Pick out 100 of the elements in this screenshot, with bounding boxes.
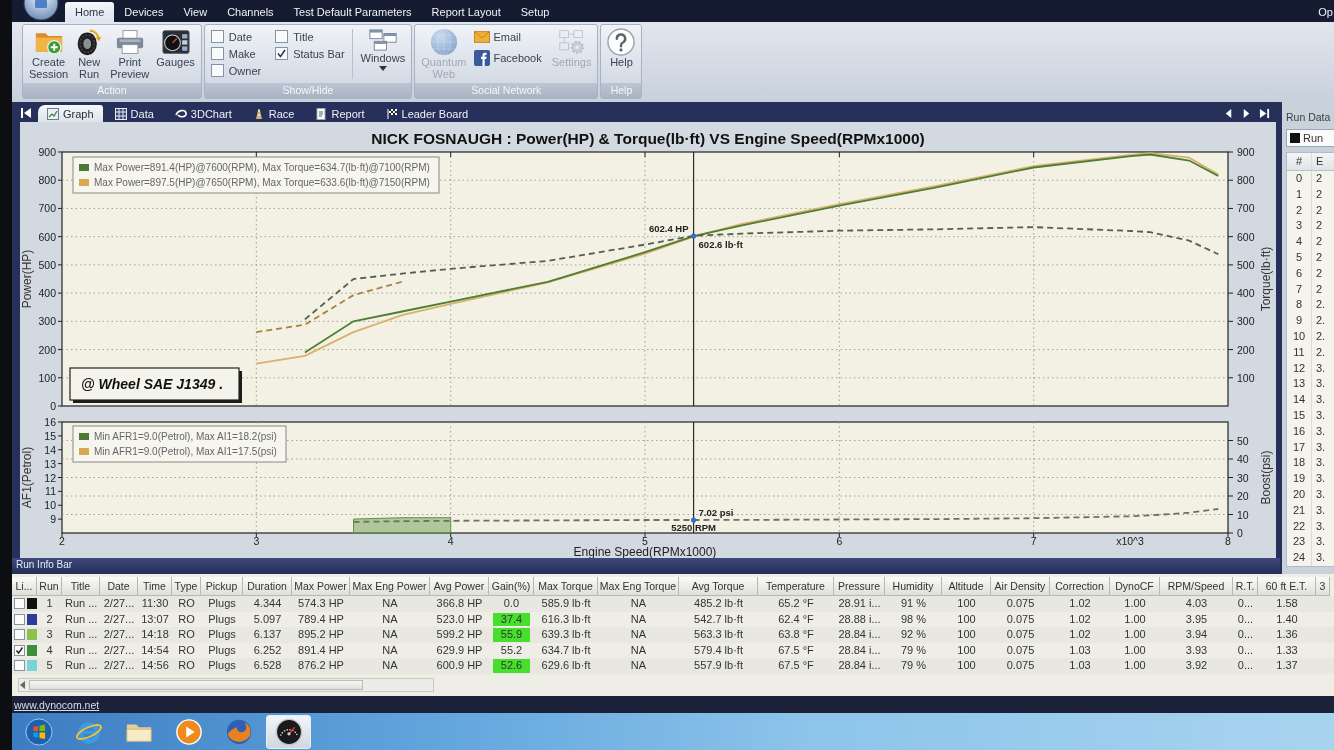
axis-tick-label: 10 bbox=[44, 499, 56, 512]
axis-tick-label: 13 bbox=[44, 457, 56, 470]
table-cell-text: 23 bbox=[1291, 534, 1307, 550]
table-cell-text: 5 bbox=[1294, 250, 1304, 265]
table-cell-text: 67.5 °F bbox=[777, 658, 815, 673]
table-cell-text: 1.02 bbox=[1068, 596, 1092, 611]
cursor-readout: 5250 RPM bbox=[671, 522, 717, 533]
table-cell-text: 0... bbox=[1236, 596, 1255, 611]
table-cell-text: 24 bbox=[1291, 550, 1307, 566]
cursor-readout: 7.02 psi bbox=[698, 507, 734, 519]
axis-tick-label: 7 bbox=[1030, 535, 1037, 547]
table-cell-text: 1.03 bbox=[1068, 642, 1092, 658]
table-cell-text: 1.00 bbox=[1123, 596, 1147, 611]
axis-tick-label: 12 bbox=[44, 471, 56, 484]
axis-tick-label: 800 bbox=[38, 174, 56, 187]
table-cell-text: 3.92 bbox=[1184, 658, 1209, 673]
axis-tick-label: 100 bbox=[38, 371, 56, 384]
table-cell-text: 8 bbox=[1294, 297, 1304, 313]
table-cell-text: 79 % bbox=[899, 642, 928, 658]
table-cell-text: 4.03 bbox=[1184, 596, 1209, 611]
table-cell-text: 891.4 HP bbox=[297, 642, 345, 658]
table-cell-text: 28.84 i... bbox=[837, 658, 882, 673]
axis-tick-label: 300 bbox=[1237, 315, 1255, 328]
table-cell: 3. bbox=[1311, 407, 1334, 424]
table-cell-text: 574.3 HP bbox=[297, 596, 345, 611]
table-cell: 2. bbox=[1311, 297, 1334, 314]
table-cell-text: 20 bbox=[1291, 486, 1307, 502]
table-cell-text: 10 bbox=[1291, 328, 1307, 344]
table-cell-text: 19 bbox=[1291, 471, 1307, 487]
axis-tick-label: 30 bbox=[1237, 471, 1249, 484]
table-cell: 3. bbox=[1311, 376, 1334, 393]
table-cell-text: 1 bbox=[45, 596, 54, 611]
table-cell-text: 4 bbox=[45, 642, 54, 658]
chart-title: NICK FOSNAUGH : Power(HP) & Torque(lb·ft) VS Engine Speed(RPMx1000) bbox=[371, 130, 925, 147]
table-cell-text: 3.93 bbox=[1184, 642, 1209, 658]
table-cell-text: 13:07 bbox=[140, 611, 170, 627]
table-cell-text: 1.40 bbox=[1275, 611, 1299, 627]
cursor-readout: 602.6 lb·ft bbox=[698, 238, 743, 250]
table-cell-text: RO bbox=[177, 611, 196, 627]
axis-title: AF1(Petrol) bbox=[20, 446, 34, 509]
table-cell-text: 0.075 bbox=[1005, 611, 1036, 627]
table-cell-text: 13 bbox=[1291, 376, 1307, 392]
table-cell-text: 2/27... bbox=[102, 627, 136, 642]
table-cell-text: Run ... bbox=[64, 596, 99, 611]
legend-text: Max Power=897.5(HP)@7650(RPM), Max Torque=633.6(lb·ft)@7150(RPM) bbox=[94, 177, 430, 188]
table-cell-text: Plugs bbox=[207, 611, 237, 627]
table-cell-text: 11:30 bbox=[140, 596, 170, 611]
table-cell-text: 523.0 HP bbox=[435, 611, 484, 627]
table-cell-text: 2/27... bbox=[102, 611, 136, 627]
table-cell-text: 0... bbox=[1236, 642, 1255, 658]
table-cell-text: 1.36 bbox=[1275, 627, 1299, 642]
legend-text: Min AFR1=9.0(Petrol), Max AI1=18.2(psi) bbox=[94, 431, 277, 442]
table-cell-text: NA bbox=[629, 658, 648, 673]
table-cell-text: Run ... bbox=[64, 611, 99, 627]
table-cell: 2 bbox=[1311, 234, 1334, 250]
table-cell-text: NA bbox=[381, 596, 399, 611]
table-cell-text: 3 bbox=[1294, 218, 1304, 234]
axis-tick-label: 9 bbox=[50, 513, 56, 526]
table-cell-text: 2/27... bbox=[102, 596, 136, 611]
table-cell-text: NA bbox=[381, 611, 399, 627]
table-cell: 3. bbox=[1311, 550, 1334, 566]
table-cell-text: 6 bbox=[1294, 265, 1304, 281]
axis-title: Engine Speed(RPMx1000) bbox=[573, 545, 717, 558]
table-cell-text: 557.9 lb·ft bbox=[693, 658, 744, 673]
table-cell: 3. bbox=[1311, 471, 1334, 487]
axis-tick-label: 500 bbox=[38, 258, 56, 271]
cursor-readout: 602.4 HP bbox=[648, 223, 689, 234]
table-cell-text: 4.344 bbox=[252, 596, 283, 611]
table-cell-text: RO bbox=[177, 596, 196, 611]
axis-tick-label: 400 bbox=[38, 287, 56, 300]
table-cell-text: 0.075 bbox=[1005, 627, 1036, 642]
table-cell-text: 0 bbox=[1294, 171, 1304, 186]
table-cell-text: 100 bbox=[956, 627, 977, 642]
axis-tick-label: 500 bbox=[1237, 258, 1255, 271]
table-cell-text: 1.00 bbox=[1123, 642, 1147, 658]
table-cell-text: 28.91 i... bbox=[837, 596, 882, 611]
table-cell-text: 895.2 HP bbox=[297, 627, 345, 642]
table-cell-text: 100 bbox=[956, 642, 977, 658]
table-cell: 2. bbox=[1311, 344, 1334, 361]
table-cell-text: 579.4 lb·ft bbox=[693, 642, 744, 658]
table-cell-text: 17 bbox=[1291, 439, 1307, 455]
axis-tick-label: 2 bbox=[59, 535, 65, 547]
table-cell-text: 1.02 bbox=[1068, 611, 1092, 627]
table-cell: 2 bbox=[1311, 218, 1334, 235]
group-label: Social Network bbox=[415, 83, 598, 98]
table-cell-text: Plugs bbox=[207, 658, 237, 673]
axis-tick-label: 4 bbox=[447, 535, 454, 547]
axis-tick-label: 14 bbox=[44, 443, 56, 456]
table-cell-text: 67.5 °F bbox=[777, 642, 815, 658]
table-cell-text: 639.3 lb·ft bbox=[540, 627, 592, 642]
axis-tick-label: 200 bbox=[38, 343, 56, 356]
table-cell-text: 11 bbox=[1292, 344, 1306, 360]
table-cell: 2 bbox=[1311, 186, 1334, 203]
table-cell: 3. bbox=[1311, 439, 1334, 456]
table-cell-text: 6.528 bbox=[252, 658, 283, 673]
axis-tick-label: 3 bbox=[253, 535, 260, 547]
table-cell-text: 1.37 bbox=[1275, 658, 1299, 673]
table-cell-text: 1.02 bbox=[1068, 627, 1092, 642]
table-cell-text: 6.252 bbox=[252, 642, 283, 658]
table-cell: 2 bbox=[1311, 171, 1334, 187]
